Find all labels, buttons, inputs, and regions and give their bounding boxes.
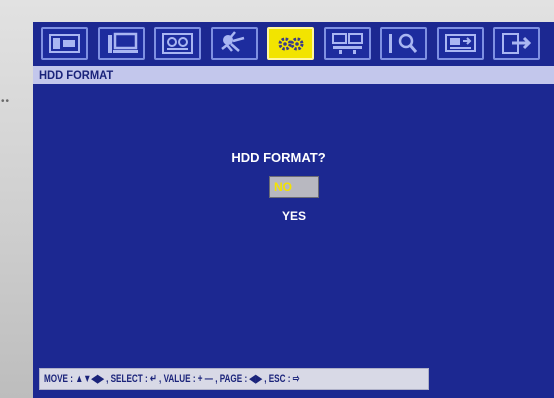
backup-icon[interactable] — [437, 27, 484, 60]
side-dots-decoration: •• — [1, 96, 11, 107]
monitor-frame: •• HDD FORMAT HDD FORMAT? NO YES MOVE: … — [0, 0, 554, 398]
search-icon[interactable] — [380, 27, 427, 60]
display-setup-icon[interactable] — [41, 27, 88, 60]
menu-toolbar — [33, 22, 554, 66]
monitor-icon[interactable] — [98, 27, 145, 60]
menu-title-bar: HDD FORMAT — [33, 66, 554, 84]
system-settings-icon[interactable] — [267, 27, 314, 60]
navigation-help-bar: MOVE : ▲▼◀▶ , SELECT : ↵ , VALUE : + — ,… — [39, 368, 429, 390]
format-question: HDD FORMAT? — [231, 150, 326, 165]
record-icon[interactable] — [154, 27, 201, 60]
dvr-osd-screen: HDD FORMAT HDD FORMAT? NO YES MOVE : ▲▼◀… — [33, 22, 554, 398]
option-no-button[interactable]: NO — [269, 176, 319, 198]
navigation-help-text: MOVE : ▲▼◀▶ , SELECT : ↵ , VALUE : + — ,… — [44, 373, 300, 385]
menu-title: HDD FORMAT — [39, 68, 114, 82]
network-icon[interactable] — [324, 27, 371, 60]
option-yes-button[interactable]: YES — [269, 206, 319, 226]
motion-detect-icon[interactable] — [211, 27, 258, 60]
exit-icon[interactable] — [493, 27, 540, 60]
